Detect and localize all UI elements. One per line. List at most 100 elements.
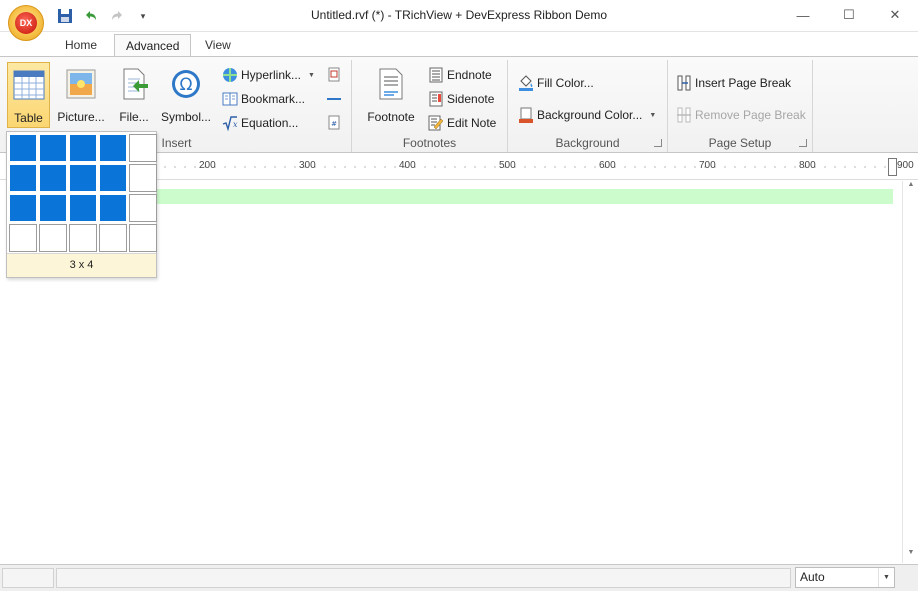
table-grid-cell[interactable]: [39, 134, 67, 162]
hyperlink-globe-icon: [222, 67, 238, 83]
scroll-down-icon[interactable]: ▼: [903, 549, 918, 563]
table-button[interactable]: Table: [7, 62, 50, 128]
table-grid-cell[interactable]: [9, 164, 37, 192]
title-bar: ▾ Untitled.rvf (*) - TRichView + DevExpr…: [0, 0, 918, 32]
background-group-caption: Background: [555, 136, 620, 150]
remove-page-break-label: Remove Page Break: [695, 108, 806, 122]
tab-view[interactable]: View: [194, 34, 242, 57]
footnote-button[interactable]: Footnote: [362, 62, 420, 128]
insert-file-icon: [117, 67, 151, 101]
zoom-dropdown-icon[interactable]: ▼: [878, 568, 894, 587]
file-label: File...: [119, 110, 149, 124]
symbol-button[interactable]: Ω Symbol...: [160, 62, 212, 128]
ruler-tick: 600: [599, 160, 616, 171]
status-panel-left: [2, 568, 54, 588]
table-grid-cell[interactable]: [129, 194, 157, 222]
page-number-field-button[interactable]: [326, 65, 342, 85]
omega-symbol-icon: Ω: [169, 67, 203, 101]
status-panel-main: [56, 568, 791, 588]
ruler-dots: [150, 166, 890, 168]
file-button[interactable]: File...: [114, 62, 154, 128]
footnote-icon: [374, 67, 408, 101]
zoom-combobox[interactable]: Auto ▼: [795, 567, 895, 588]
picture-button[interactable]: Picture...: [56, 62, 106, 128]
endnote-icon: [428, 67, 444, 83]
remove-page-break-button[interactable]: Remove Page Break: [676, 105, 806, 125]
dx-logo-icon: DX: [15, 12, 37, 34]
right-indent-marker-icon[interactable]: [888, 158, 897, 176]
edit-note-button[interactable]: Edit Note: [428, 113, 496, 133]
scroll-up-icon[interactable]: ▲: [903, 181, 918, 195]
sidenote-button[interactable]: Sidenote: [428, 89, 494, 109]
table-grid-cell[interactable]: [69, 194, 97, 222]
table-icon: [12, 68, 46, 102]
hyperlink-button[interactable]: Hyperlink... ▼: [222, 65, 315, 85]
svg-text:Ω: Ω: [180, 75, 193, 95]
table-grid-cell[interactable]: [9, 134, 37, 162]
table-grid-cell[interactable]: [129, 164, 157, 192]
bookmark-label: Bookmark...: [241, 92, 306, 106]
insert-page-break-label: Insert Page Break: [695, 76, 792, 90]
sidenote-icon: [428, 91, 444, 107]
symbol-label: Symbol...: [160, 110, 211, 124]
background-color-dropdown-icon[interactable]: ▼: [649, 112, 656, 119]
edit-note-icon: [428, 115, 444, 131]
table-grid-cell[interactable]: [129, 134, 157, 162]
hyperlink-dropdown-icon[interactable]: ▼: [308, 72, 315, 79]
footnotes-group: Footnote Endnote Sidenote Edit Note Foot…: [352, 60, 508, 152]
footnote-label: Footnote: [367, 110, 415, 124]
table-grid-cell[interactable]: [69, 224, 97, 252]
vertical-scrollbar[interactable]: ▲ ▼: [902, 181, 918, 563]
edit-note-label: Edit Note: [447, 116, 497, 130]
table-size-picker: 3 x 4: [6, 131, 157, 278]
ruler-tick: 800: [799, 160, 816, 171]
footnotes-group-caption: Footnotes: [402, 136, 457, 150]
endnote-button[interactable]: Endnote: [428, 65, 492, 85]
horizontal-line-icon: [326, 91, 342, 107]
background-group: Fill Color... Background Color... ▼ Back…: [508, 60, 668, 152]
insert-page-break-button[interactable]: Insert Page Break: [676, 73, 791, 93]
background-color-button[interactable]: Background Color... ▼: [518, 105, 656, 125]
equation-sqrt-icon: x: [222, 115, 238, 131]
svg-text:x: x: [233, 120, 238, 129]
equation-button[interactable]: x Equation...: [222, 113, 298, 133]
highlighted-paragraph: [156, 189, 893, 204]
close-button[interactable]: ✕: [872, 0, 918, 30]
table-grid-cell[interactable]: [69, 134, 97, 162]
table-grid-cell[interactable]: [99, 194, 127, 222]
endnote-label: Endnote: [447, 68, 492, 82]
table-label: Table: [14, 111, 43, 125]
table-grid-cell[interactable]: [39, 224, 67, 252]
tab-advanced[interactable]: Advanced: [114, 34, 192, 57]
table-grid-cell[interactable]: [99, 224, 127, 252]
table-grid-cell[interactable]: [39, 194, 67, 222]
table-grid-cell[interactable]: [9, 224, 37, 252]
ruler-tick: 900: [897, 160, 914, 171]
page-setup-group: Insert Page Break Remove Page Break Page…: [668, 60, 813, 152]
fill-color-button[interactable]: Fill Color...: [518, 73, 594, 93]
minimize-button[interactable]: —: [780, 0, 826, 30]
bookmark-button[interactable]: Bookmark...: [222, 89, 305, 109]
svg-text:#: #: [331, 120, 337, 128]
background-dialog-launcher-icon[interactable]: [654, 139, 662, 147]
table-grid-cell[interactable]: [69, 164, 97, 192]
ruler-tick: 400: [399, 160, 416, 171]
table-grid-cell[interactable]: [39, 164, 67, 192]
maximize-button[interactable]: ☐: [826, 0, 872, 30]
table-grid-cell[interactable]: [9, 194, 37, 222]
insert-page-break-icon: [676, 75, 692, 91]
sidenote-label: Sidenote: [447, 92, 495, 106]
page-setup-dialog-launcher-icon[interactable]: [799, 139, 807, 147]
tab-home[interactable]: Home: [54, 34, 108, 57]
picture-label: Picture...: [57, 110, 105, 124]
horizontal-line-button[interactable]: [326, 89, 342, 109]
app-menu-button[interactable]: DX: [8, 5, 44, 41]
table-grid-cell[interactable]: [99, 134, 127, 162]
page-count-field-button[interactable]: #: [326, 113, 342, 133]
ruler-tick: 700: [699, 160, 716, 171]
page-number-icon: [326, 67, 342, 83]
table-grid-cell[interactable]: [129, 224, 157, 252]
table-grid-cell[interactable]: [99, 164, 127, 192]
background-color-icon: [518, 107, 534, 123]
ruler-tick: 300: [299, 160, 316, 171]
